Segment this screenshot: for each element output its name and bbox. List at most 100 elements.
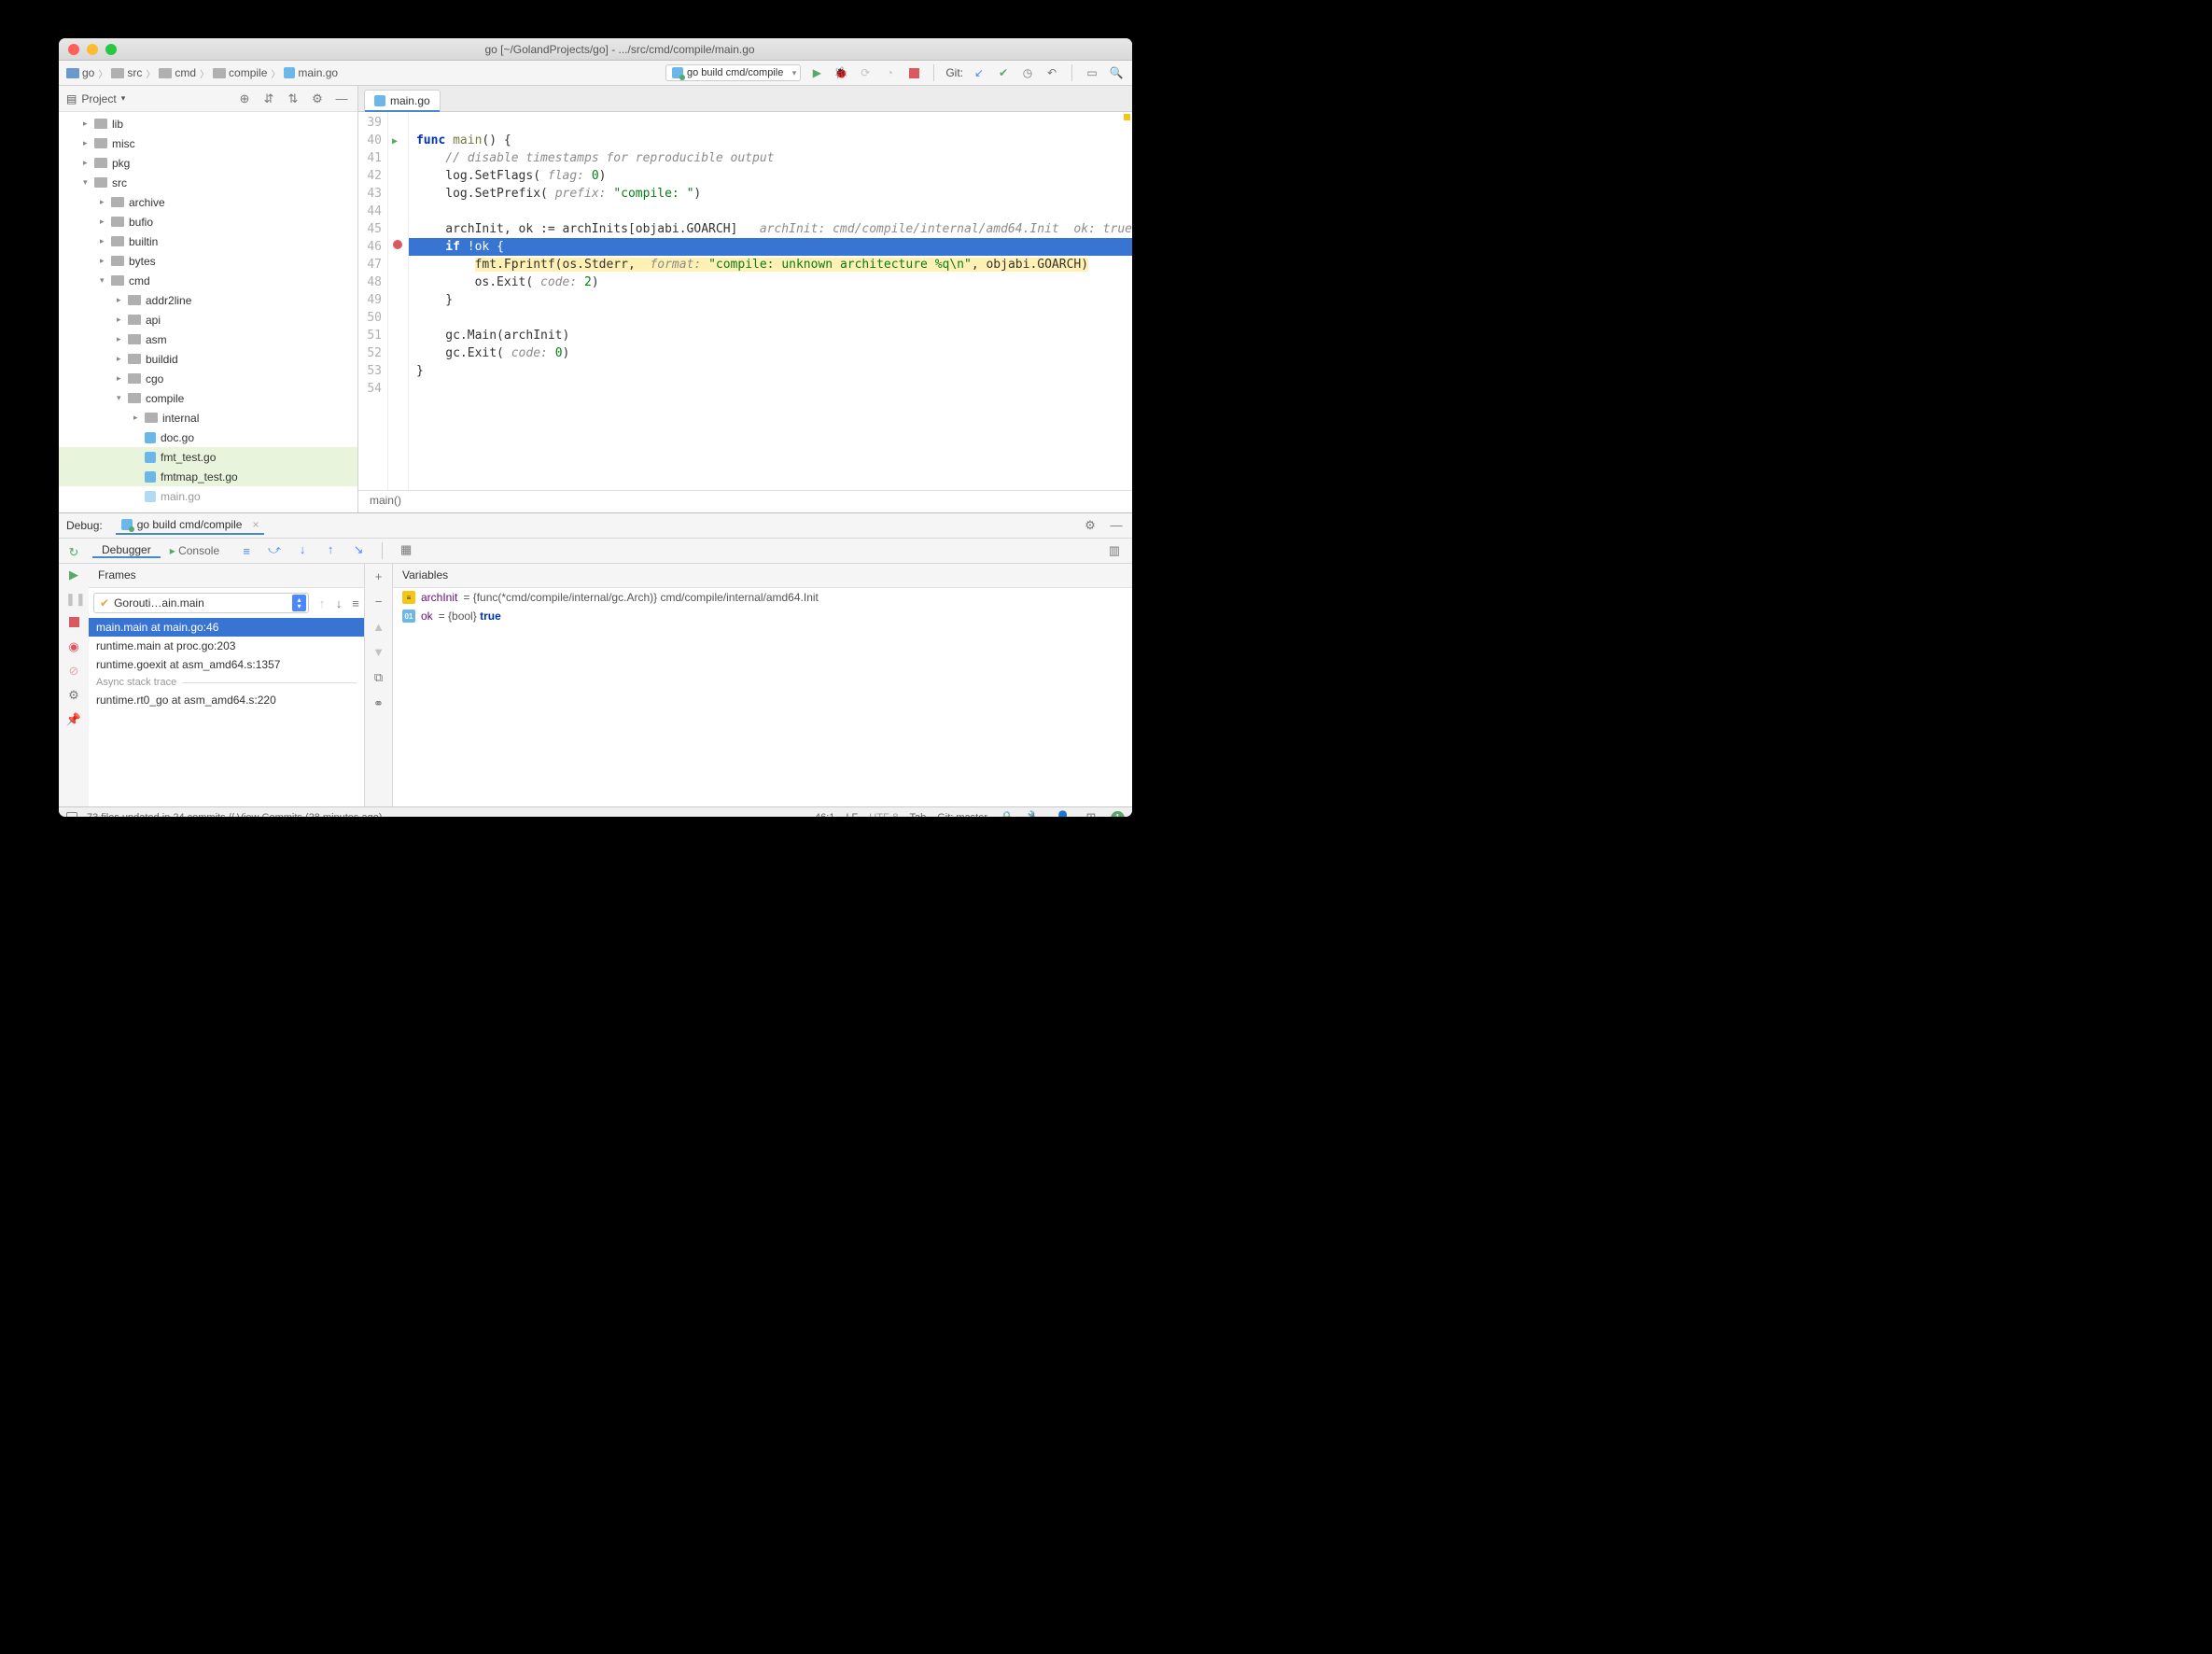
run-to-cursor-icon[interactable]: ↘ [350,542,367,559]
goroutine-selector[interactable]: ✔Gorouti…ain.main ▴▾ [93,593,309,613]
code-line[interactable]: func main() { [416,132,1132,149]
commit-icon[interactable]: ✔ [995,64,1012,81]
code-line[interactable]: // disable timestamps for reproducible o… [416,149,1132,167]
stop-icon[interactable] [65,616,82,630]
zoom-icon[interactable] [105,44,117,55]
code-line[interactable] [416,114,1132,132]
code-line[interactable]: gc.Exit( code: 0) [416,344,1132,362]
revert-icon[interactable]: ↶ [1043,64,1060,81]
layout-icon[interactable]: ▥ [1106,543,1123,558]
editor-tab-main-go[interactable]: main.go [364,90,441,111]
tree-node[interactable]: fmtmap_test.go [59,467,357,486]
wrench-icon[interactable]: 🔧 [1027,810,1043,817]
code-line[interactable]: archInit, ok := archInits[objabi.GOARCH]… [416,220,1132,238]
code-line[interactable]: gc.Main(archInit) [416,327,1132,344]
tree-node[interactable]: ▾compile [59,388,357,408]
variable-row[interactable]: ≡archInit = {func(*cmd/compile/internal/… [393,588,1132,607]
code-line[interactable] [416,309,1132,327]
coverage-button[interactable]: ⟳ [857,64,874,81]
expand-icon[interactable]: ⇵ [260,91,277,106]
code-line[interactable] [416,380,1132,398]
tree-node[interactable]: ▸bufio [59,212,357,231]
tree-node[interactable]: ▸addr2line [59,290,357,310]
copy-icon[interactable]: ⧉ [371,670,387,685]
search-icon[interactable]: 🔍 [1108,64,1125,81]
code-line[interactable]: os.Exit( code: 2) [416,273,1132,291]
open-in-terminal-icon[interactable]: ▭ [1084,64,1100,81]
code-line[interactable]: if !ok { [409,238,1132,256]
tree-node[interactable]: fmt_test.go [59,447,357,467]
evaluate-icon[interactable]: ▦ [398,542,414,559]
status-message[interactable]: 73 files updated in 24 commits // View C… [87,812,383,817]
console-tab[interactable]: ▸ Console [161,544,229,557]
code-line[interactable]: } [416,291,1132,309]
stop-button[interactable] [905,64,922,81]
editor-breadcrumb[interactable]: main() [358,490,1132,512]
run-button[interactable]: ▶ [808,64,825,81]
code-area[interactable]: func main() { // disable timestamps for … [409,112,1132,490]
view-breakpoints-icon[interactable]: ◉ [65,639,82,654]
debug-session-tab[interactable]: go build cmd/compile × [116,516,265,535]
history-icon[interactable]: ◷ [1019,64,1036,81]
frames-menu-icon[interactable]: ≡ [347,596,364,610]
tree-node[interactable]: ▸buildid [59,349,357,369]
editor-tabs[interactable]: main.go [358,86,1132,112]
lock-icon[interactable]: 🔒 [999,810,1015,817]
link-icon[interactable]: ⚭ [371,696,387,711]
tree-node[interactable]: ▸cgo [59,369,357,388]
tree-node[interactable]: ▸bytes [59,251,357,271]
stack-frame[interactable]: runtime.main at proc.go:203 [89,637,364,655]
breadcrumb-item[interactable]: cmd [159,66,196,79]
tree-node[interactable]: main.go [59,486,357,506]
minimize-icon[interactable] [87,44,98,55]
breadcrumb-item[interactable]: compile [213,66,267,79]
pin-icon[interactable]: 📌 [65,712,82,727]
rerun-icon[interactable]: ↻ [65,545,82,560]
tree-node[interactable]: ▸archive [59,192,357,212]
breakpoint-icon[interactable] [393,240,402,249]
project-view-selector[interactable]: ▤Project ▾ [66,92,125,105]
project-tree[interactable]: ▸lib▸misc▸pkg▾src▸archive▸bufio▸builtin▸… [59,112,357,512]
gutter-icons[interactable]: ▶ [388,112,409,490]
mute-breakpoints-icon[interactable]: ⊘ [65,664,82,679]
tool-window-toggle-icon[interactable] [66,812,77,817]
gear-icon[interactable]: ⚙ [309,91,326,106]
remove-icon[interactable]: − [371,595,387,609]
step-over-icon[interactable]: ⤻ [266,542,283,559]
tree-node[interactable]: ▾src [59,173,357,192]
stepper-icon[interactable]: ▴▾ [292,595,306,611]
code-line[interactable]: log.SetFlags( flag: 0) [416,167,1132,185]
tree-node[interactable]: ▸asm [59,329,357,349]
code-line[interactable]: fmt.Fprintf(os.Stderr, format: "compile:… [416,256,1132,273]
cursor-position[interactable]: 46:1 [815,812,834,817]
encoding[interactable]: UTF-8 [869,812,898,817]
breadcrumb-item[interactable]: src [111,66,142,79]
close-icon[interactable]: × [252,518,259,531]
locate-icon[interactable]: ⊕ [236,91,253,106]
code-line[interactable]: } [416,362,1132,380]
hide-icon[interactable]: — [333,91,350,106]
tree-node[interactable]: doc.go [59,428,357,447]
breadcrumb[interactable]: go〉src〉cmd〉compile〉main.go [66,66,338,80]
add-icon[interactable]: + [371,569,387,583]
tree-node[interactable]: ▸api [59,310,357,329]
code-line[interactable]: log.SetPrefix( prefix: "compile: ") [416,185,1132,203]
collapse-icon[interactable]: ⇅ [285,91,301,106]
tree-node[interactable]: ▸builtin [59,231,357,251]
pause-icon[interactable]: ❚❚ [65,592,82,607]
close-icon[interactable] [68,44,79,55]
settings-icon[interactable]: ⚙ [65,688,82,703]
tree-node[interactable]: ▸pkg [59,153,357,173]
inspector-icon[interactable]: 👤 [1055,810,1071,817]
gear-icon[interactable]: ⚙ [1082,518,1099,533]
variable-row[interactable]: 01ok = {bool} true [393,607,1132,625]
git-branch[interactable]: Git: master [937,812,987,817]
tree-node[interactable]: ▾cmd [59,271,357,290]
threads-icon[interactable]: ≡ [238,544,255,558]
tree-node[interactable]: ▸lib [59,114,357,133]
prev-frame-icon[interactable]: ↑ [314,596,330,610]
debug-button[interactable]: 🐞 [833,64,849,81]
editor-body[interactable]: 39404142434445464748495051525354 ▶ func … [358,112,1132,490]
profile-button[interactable]: ◔ [881,64,898,81]
titlebar[interactable]: go [~/GolandProjects/go] - .../src/cmd/c… [59,38,1132,61]
